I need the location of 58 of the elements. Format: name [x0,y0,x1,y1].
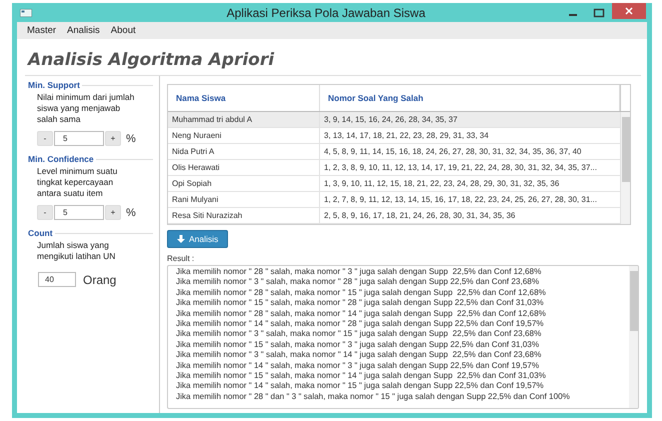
table-cell: Rani Mulyani [168,192,320,207]
unit-label: % [126,206,136,218]
result-line: Jika memilih nomor " 3 " salah, maka nomor " 15 " juga salah dengan Supp 22,5% dan Conf 23,68% [176,329,542,340]
close-icon[interactable] [612,3,646,19]
section-title: Min. Confidence [28,154,94,164]
result-line: Jika memilih nomor " 14 " salah, maka nomor " 15 " juga salah dengan Supp 22,5% dan Conf 19,57% [176,381,545,392]
window-icon [20,8,32,16]
result-line: Jika memilih nomor " 15 " salah, maka nomor " 28 " juga salah dengan Supp 22,5% dan Conf 31,03% [176,298,545,309]
section-title: Min. Support [28,80,80,90]
value-field[interactable]: 5 [54,205,104,220]
result-line: Jika memilih nomor " 28 " salah, maka nomor " 14 " juga salah dengan Supp 22,5% dan Conf 12,68% [176,308,547,320]
unit-label: Orang [83,272,116,286]
column-header[interactable]: Nama Siswa [168,85,320,111]
result-line: Jika memilih nomor " 3 " salah, maka nomor " 28 " juga salah dengan Supp 22,5% dan Conf 23,68% [176,277,540,288]
table-cell: Muhammad tri abdul A [168,112,320,127]
description-text: Jumlah siswa yang mengikuti latihan UN [37,240,116,262]
analyze-button[interactable]: Analisis [167,230,228,248]
result-line: Jika memilih nomor " 14 " salah, maka nomor " 3 " juga salah dengan Supp 22,5% dan Conf 19,57% [176,360,540,372]
description-text: Nilai minimum dari jumlah siswa yang menjawab salah sama [37,92,136,125]
section-title: Count [28,228,53,238]
menu-item[interactable]: Master [23,25,60,36]
table-cell: Olis Herawati [168,160,320,175]
window-title: Aplikasi Periksa Pola Jawaban Siswa [226,6,426,20]
menu-item[interactable]: About [106,25,140,36]
result-line: Jika memilih nomor " 3 " salah, maka nomor " 14 " juga salah dengan Supp 22,5% dan Conf 23,68% [176,350,542,361]
result-line: Jika memilih nomor " 28 " salah, maka nomor " 3 " juga salah dengan Supp 22,5% dan Conf 12,68% [176,267,542,278]
scrollbar[interactable] [621,112,630,224]
increment-button[interactable]: + [105,131,121,146]
table-row[interactable]: Opi Sopiah 1, 3, 9, 10, 11, 12, 15, 18, 21, 22, 23, 24, 28, 29, 30, 31, 32, 35, 36 [168,176,621,192]
decrement-button[interactable]: - [37,131,53,146]
result-line: Jika memilih nomor " 15 " salah, maka nomor " 3 " juga salah dengan Supp 22,5% dan Conf 31,03% [176,340,540,350]
table-cell: Resa Siti Nurazizah [168,208,320,223]
table-cell: Neng Nuraeni [168,128,320,143]
table-cell: Opi Sopiah [168,176,320,191]
table-cell: Nida Putri A [168,144,320,159]
page-heading: Analisis Algoritma Apriori [28,50,276,70]
table-row[interactable]: Olis Herawati 1, 2, 3, 8, 9, 10, 11, 12, 13, 14, 17, 19, 21, 22, 24, 28, 30, 31, 32, 34, 35, 37... [168,160,621,176]
value-field[interactable]: 5 [54,131,104,146]
scrollbar[interactable] [629,266,638,408]
count-field[interactable]: 40 [38,272,76,287]
column-header[interactable]: Nomor Soal Yang Salah [320,85,620,111]
menu-item[interactable]: Analisis [63,25,104,36]
result-line: Jika memilih nomor " 28 " salah, maka nomor " 15 " juga salah dengan Supp 22,5% dan Conf 12,68% [176,288,547,298]
table-row[interactable]: Nida Putri A 4, 5, 8, 9, 11, 14, 15, 16, 18, 24, 26, 27, 28, 30, 31, 32, 34, 35, 36, 37, 40 [168,144,621,160]
down-arrow-icon [177,235,185,243]
table-row[interactable]: Resa Siti Nurazizah 2, 5, 8, 9, 16, 17, 18, 21, 24, 26, 28, 30, 31, 34, 35, 36 [168,208,621,224]
table-row[interactable]: Muhammad tri abdul A 3, 9, 14, 15, 16, 24, 26, 28, 34, 35, 37 [168,112,621,128]
result-line: Jika memilih nomor " 28 " dan " 3 " salah, maka nomor " 15 " juga salah dengan Supp 22,5% dan Conf 100% [176,392,571,402]
result-line: Jika memilih nomor " 14 " salah, maka nomor " 28 " juga salah dengan Supp 22,5% dan Conf 19,57% [176,319,545,330]
description-text: Level minimum suatu tingkat kepercayaan antara suatu item [37,166,118,199]
unit-label: % [126,132,136,144]
result-label: Result : [167,254,196,263]
result-line: Jika memilih nomor " 15 " salah, maka nomor " 14 " juga salah dengan Supp 22,5% dan Conf 31,03% [176,371,547,382]
table-row[interactable]: Neng Nuraeni 3, 13, 14, 17, 18, 21, 22, 23, 28, 29, 31, 33, 34 [168,128,621,144]
result-area[interactable] [167,265,639,409]
increment-button[interactable]: + [105,205,121,220]
table-row[interactable]: Rani Mulyani 1, 2, 7, 8, 9, 11, 12, 13, 14, 15, 16, 17, 18, 22, 23, 24, 25, 26, 27, 28, 30, 31... [168,192,621,208]
decrement-button[interactable]: - [37,205,53,220]
